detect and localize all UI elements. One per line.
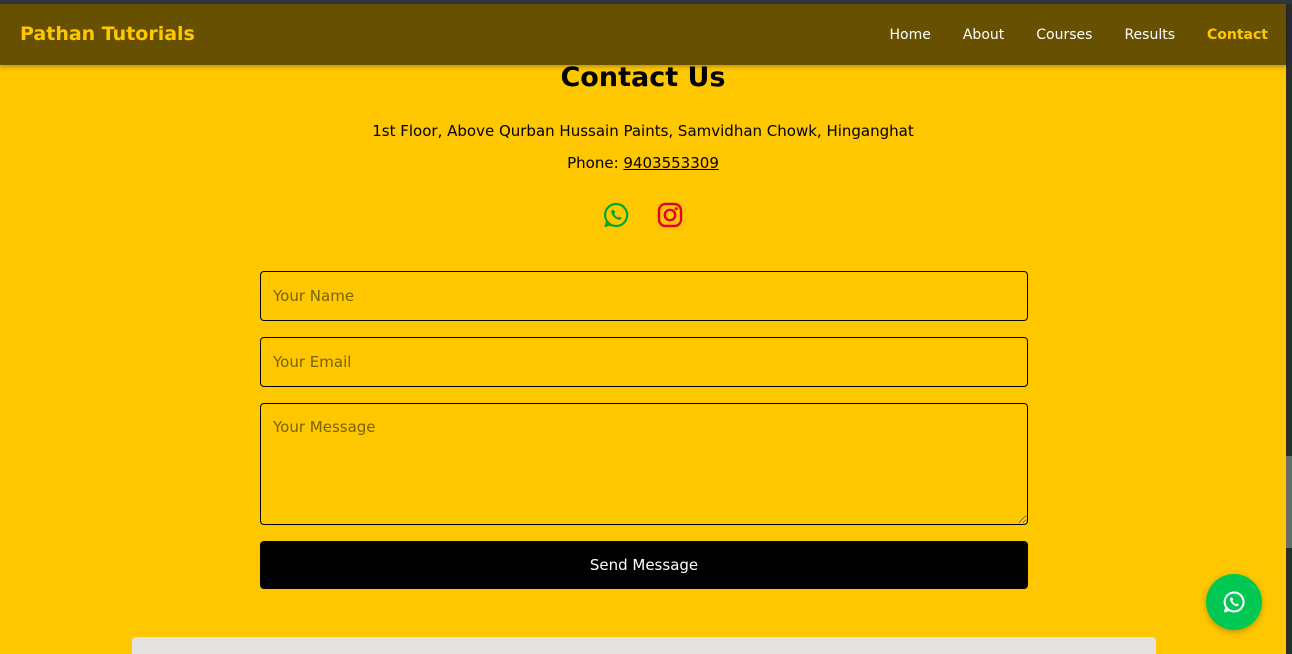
navbar: Pathan Tutorials Home About Courses Resu… (0, 4, 1286, 65)
whatsapp-icon (1223, 591, 1245, 613)
email-input[interactable] (260, 337, 1028, 387)
phone-label: Phone: (567, 154, 624, 172)
page-scrollbar[interactable] (1286, 4, 1292, 654)
whatsapp-icon[interactable] (602, 201, 630, 229)
brand-logo[interactable]: Pathan Tutorials (20, 4, 195, 65)
instagram-icon[interactable] (656, 201, 684, 229)
nav-link-contact[interactable]: Contact (1207, 27, 1268, 43)
map-embed[interactable] (132, 637, 1156, 654)
nav-link-about[interactable]: About (963, 27, 1004, 43)
nav-link-home[interactable]: Home (890, 27, 931, 43)
whatsapp-floating-button[interactable] (1206, 574, 1262, 630)
message-textarea[interactable] (260, 403, 1028, 525)
scrollbar-thumb[interactable] (1286, 456, 1292, 548)
phone-number-link[interactable]: 9403553309 (623, 154, 718, 172)
nav-link-results[interactable]: Results (1124, 27, 1175, 43)
nav-link-courses[interactable]: Courses (1036, 27, 1092, 43)
nav-links: Home About Courses Results Contact (890, 4, 1268, 65)
social-links (0, 201, 1286, 229)
contact-address: 1st Floor, Above Qurban Hussain Paints, … (372, 122, 914, 140)
send-message-button[interactable]: Send Message (260, 541, 1028, 589)
contact-phone: Phone: 9403553309 (0, 154, 1286, 172)
contact-heading: Contact Us (560, 62, 726, 93)
name-input[interactable] (260, 271, 1028, 321)
